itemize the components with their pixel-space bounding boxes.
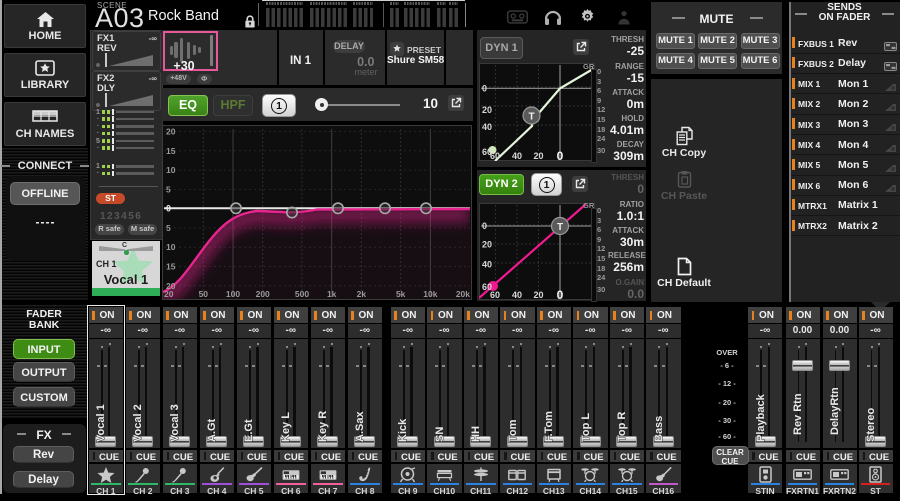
- svg-text:0: 0: [482, 221, 487, 231]
- svg-text:15: 15: [166, 261, 176, 271]
- svg-text:0: 0: [557, 288, 564, 300]
- svg-text:60: 60: [490, 290, 500, 300]
- svg-text:0: 0: [557, 149, 564, 161]
- svg-text:0: 0: [166, 203, 171, 213]
- svg-text:20k: 20k: [456, 289, 470, 299]
- svg-text:20: 20: [533, 151, 543, 161]
- svg-text:15: 15: [166, 145, 176, 155]
- svg-text:20: 20: [482, 240, 492, 250]
- svg-text:200: 200: [256, 289, 270, 299]
- svg-text:T: T: [528, 112, 534, 123]
- svg-text:20: 20: [166, 126, 176, 136]
- svg-text:T: T: [557, 222, 563, 233]
- svg-text:20: 20: [533, 290, 543, 300]
- svg-text:10k: 10k: [423, 289, 437, 299]
- svg-text:10: 10: [166, 242, 176, 252]
- svg-text:2k: 2k: [357, 289, 367, 299]
- svg-text:5: 5: [166, 184, 171, 194]
- svg-text:40: 40: [482, 260, 492, 270]
- svg-text:40: 40: [482, 122, 492, 132]
- svg-text:0: 0: [482, 84, 487, 94]
- svg-text:40: 40: [512, 290, 522, 300]
- svg-text:5k: 5k: [396, 289, 406, 299]
- svg-text:500: 500: [295, 289, 309, 299]
- svg-text:20: 20: [482, 105, 492, 115]
- svg-text:20: 20: [164, 289, 174, 299]
- svg-text:1k: 1k: [327, 289, 337, 299]
- svg-text:60: 60: [490, 151, 500, 161]
- svg-text:100: 100: [226, 289, 240, 299]
- svg-text:50: 50: [199, 289, 209, 299]
- svg-text:5: 5: [166, 222, 171, 232]
- svg-text:40: 40: [512, 151, 522, 161]
- svg-text:10: 10: [166, 165, 176, 175]
